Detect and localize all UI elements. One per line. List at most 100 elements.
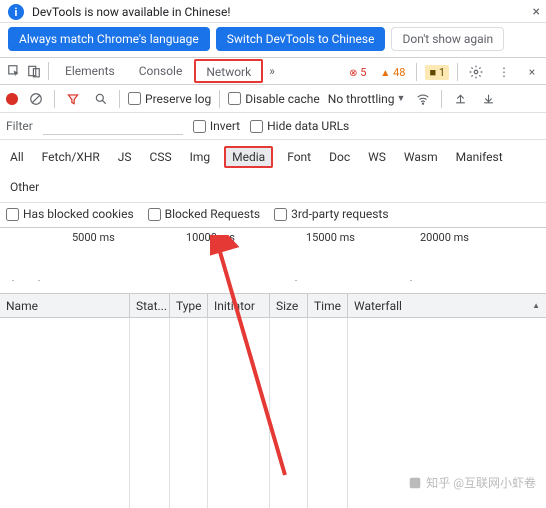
more-tabs-icon[interactable]: » <box>263 64 281 78</box>
infobar-buttons: Always match Chrome's language Switch De… <box>0 23 546 57</box>
separator <box>219 90 220 108</box>
search-icon[interactable] <box>91 89 111 109</box>
issues-badge[interactable]: ■ 1 <box>425 65 449 80</box>
timeline-mark <box>295 280 297 281</box>
body-col-size <box>270 318 308 508</box>
separator <box>119 90 120 108</box>
timeline-mark <box>38 280 40 281</box>
type-manifest[interactable]: Manifest <box>452 148 507 166</box>
type-ws[interactable]: WS <box>364 148 390 166</box>
col-initiator[interactable]: Initiator <box>208 294 270 317</box>
blocked-requests-checkbox[interactable]: Blocked Requests <box>148 207 260 221</box>
timeline-tick-2: 10000 ms <box>186 231 235 244</box>
match-language-button[interactable]: Always match Chrome's language <box>8 27 210 51</box>
timeline-overview[interactable]: 5000 ms 10000 ms 15000 ms 20000 ms <box>0 228 546 294</box>
filter-icon[interactable] <box>63 89 83 109</box>
info-icon: i <box>8 4 24 20</box>
third-party-checkbox[interactable]: 3rd-party requests <box>274 207 388 221</box>
col-status[interactable]: Stat... <box>130 294 170 317</box>
col-initiator-label: Initiator <box>214 299 255 313</box>
type-doc[interactable]: Doc <box>325 148 354 166</box>
body-col-name <box>0 318 130 508</box>
type-other[interactable]: Other <box>6 178 43 196</box>
tab-network[interactable]: Network <box>194 59 263 83</box>
preserve-log-checkbox[interactable]: Preserve log <box>128 92 211 106</box>
separator <box>457 63 458 81</box>
disable-cache-checkbox[interactable]: Disable cache <box>228 92 320 106</box>
body-col-type <box>170 318 208 508</box>
body-col-time <box>308 318 348 508</box>
request-table-header: Name Stat... Type Initiator Size Time Wa… <box>0 294 546 318</box>
warning-count: 48 <box>393 66 405 79</box>
separator <box>48 62 49 80</box>
error-count-badge[interactable]: ⊗ 5 <box>346 66 369 79</box>
timeline-tick-4: 20000 ms <box>420 231 469 244</box>
timeline-mark <box>410 280 412 281</box>
infobar: i DevTools is now available in Chinese! … <box>0 0 546 23</box>
tab-console[interactable]: Console <box>127 58 195 84</box>
preserve-log-label: Preserve log <box>145 92 211 106</box>
watermark-text: 知乎 @互联网小虾卷 <box>426 474 536 491</box>
col-waterfall[interactable]: Waterfall▲ <box>348 294 546 317</box>
throttling-dropdown[interactable]: No throttling ▼ <box>328 92 406 106</box>
device-toggle-icon[interactable] <box>24 58 44 84</box>
type-font[interactable]: Font <box>283 148 315 166</box>
resource-type-row: All Fetch/XHR JS CSS Img Media Font Doc … <box>0 140 546 203</box>
error-count: 5 <box>360 66 366 79</box>
throttling-label: No throttling <box>328 92 395 106</box>
import-har-icon[interactable] <box>450 89 470 109</box>
inspect-icon[interactable] <box>4 58 24 84</box>
network-toolbar: Preserve log Disable cache No throttling… <box>0 85 546 113</box>
disable-cache-label: Disable cache <box>245 92 320 106</box>
settings-gear-icon[interactable] <box>466 62 486 82</box>
hide-data-urls-checkbox[interactable]: Hide data URLs <box>250 119 349 133</box>
blocked-requests-label: Blocked Requests <box>165 207 260 221</box>
blocked-cookies-checkbox[interactable]: Has blocked cookies <box>6 207 134 221</box>
col-type-label: Type <box>176 299 202 313</box>
network-conditions-icon[interactable] <box>413 89 433 109</box>
zhihu-icon <box>408 476 422 490</box>
col-time[interactable]: Time <box>308 294 348 317</box>
col-name[interactable]: Name <box>0 294 130 317</box>
dismiss-button[interactable]: Don't show again <box>391 27 504 51</box>
timeline-tick-3: 15000 ms <box>306 231 355 244</box>
filter-row: Filter Invert Hide data URLs <box>0 113 546 140</box>
type-all[interactable]: All <box>6 148 28 166</box>
body-col-initiator <box>208 318 270 508</box>
blocked-cookies-label: Has blocked cookies <box>23 207 134 221</box>
separator <box>441 90 442 108</box>
switch-language-button[interactable]: Switch DevTools to Chinese <box>216 27 386 51</box>
close-devtools-icon[interactable]: × <box>522 62 542 82</box>
close-icon[interactable]: × <box>533 4 540 20</box>
record-button[interactable] <box>6 93 18 105</box>
main-tabs: Elements Console Network » ⊗ 5 ▲ 48 ■ 1 … <box>0 57 546 85</box>
watermark: 知乎 @互联网小虾卷 <box>408 474 536 491</box>
type-img[interactable]: Img <box>186 148 215 166</box>
col-name-label: Name <box>6 299 38 313</box>
body-col-status <box>130 318 170 508</box>
sort-indicator-icon: ▲ <box>532 301 540 310</box>
col-time-label: Time <box>314 299 341 313</box>
invert-checkbox[interactable]: Invert <box>193 119 240 133</box>
col-size-label: Size <box>276 299 298 313</box>
timeline-tick-1: 5000 ms <box>72 231 115 244</box>
issues-count: 1 <box>439 66 445 79</box>
tab-right-controls: ⊗ 5 ▲ 48 ■ 1 ⋮ × <box>346 58 542 86</box>
col-status-label: Stat... <box>136 299 167 313</box>
type-wasm[interactable]: Wasm <box>400 148 442 166</box>
export-har-icon[interactable] <box>478 89 498 109</box>
type-js[interactable]: JS <box>114 148 136 166</box>
kebab-menu-icon[interactable]: ⋮ <box>494 62 514 82</box>
tab-elements[interactable]: Elements <box>53 58 127 84</box>
filter-input[interactable] <box>43 117 183 135</box>
warning-count-badge[interactable]: ▲ 48 <box>377 66 408 79</box>
clear-icon[interactable] <box>26 89 46 109</box>
hide-data-label: Hide data URLs <box>267 119 349 133</box>
col-type[interactable]: Type <box>170 294 208 317</box>
separator <box>54 90 55 108</box>
col-size[interactable]: Size <box>270 294 308 317</box>
type-fetch[interactable]: Fetch/XHR <box>38 148 104 166</box>
timeline-mark <box>12 280 14 281</box>
type-media[interactable]: Media <box>224 146 273 168</box>
type-css[interactable]: CSS <box>146 148 176 166</box>
